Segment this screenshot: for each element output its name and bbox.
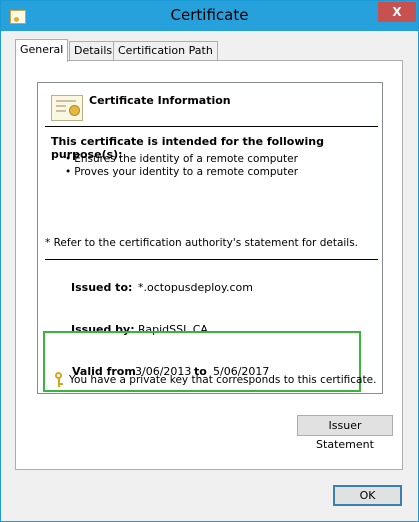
certificate-icon xyxy=(51,95,83,121)
issued-to-value: *.octopusdeploy.com xyxy=(138,281,253,294)
issuer-statement-button[interactable]: Issuer Statement xyxy=(297,415,393,451)
tab-general[interactable]: General xyxy=(15,39,69,62)
tab-details[interactable]: Details xyxy=(69,41,118,60)
certificate-dialog: Certificate X General Details Certificat… xyxy=(0,0,419,522)
certificate-information-title: Certificate Information xyxy=(89,94,231,107)
general-tab-panel: Certificate Information This certificate… xyxy=(15,60,403,470)
close-button[interactable]: X xyxy=(378,2,416,22)
refer-note: * Refer to the certification authority's… xyxy=(45,237,359,249)
ok-button[interactable]: OK xyxy=(333,485,402,506)
purpose-item: Ensures the identity of a remote compute… xyxy=(65,153,298,166)
purpose-list: Ensures the identity of a remote compute… xyxy=(65,153,298,179)
dialog-client: General Details Certification Path Certi… xyxy=(9,31,410,515)
private-key-note: You have a private key that corresponds … xyxy=(69,374,377,386)
divider xyxy=(45,259,378,260)
title-bar[interactable]: Certificate X xyxy=(1,1,418,31)
key-icon xyxy=(53,372,65,388)
issued-to-label: Issued to: xyxy=(71,281,133,294)
tab-certification-path[interactable]: Certification Path xyxy=(113,41,218,60)
window-title: Certificate xyxy=(170,6,249,24)
purpose-item: Proves your identity to a remote compute… xyxy=(65,166,298,179)
divider xyxy=(45,126,378,127)
